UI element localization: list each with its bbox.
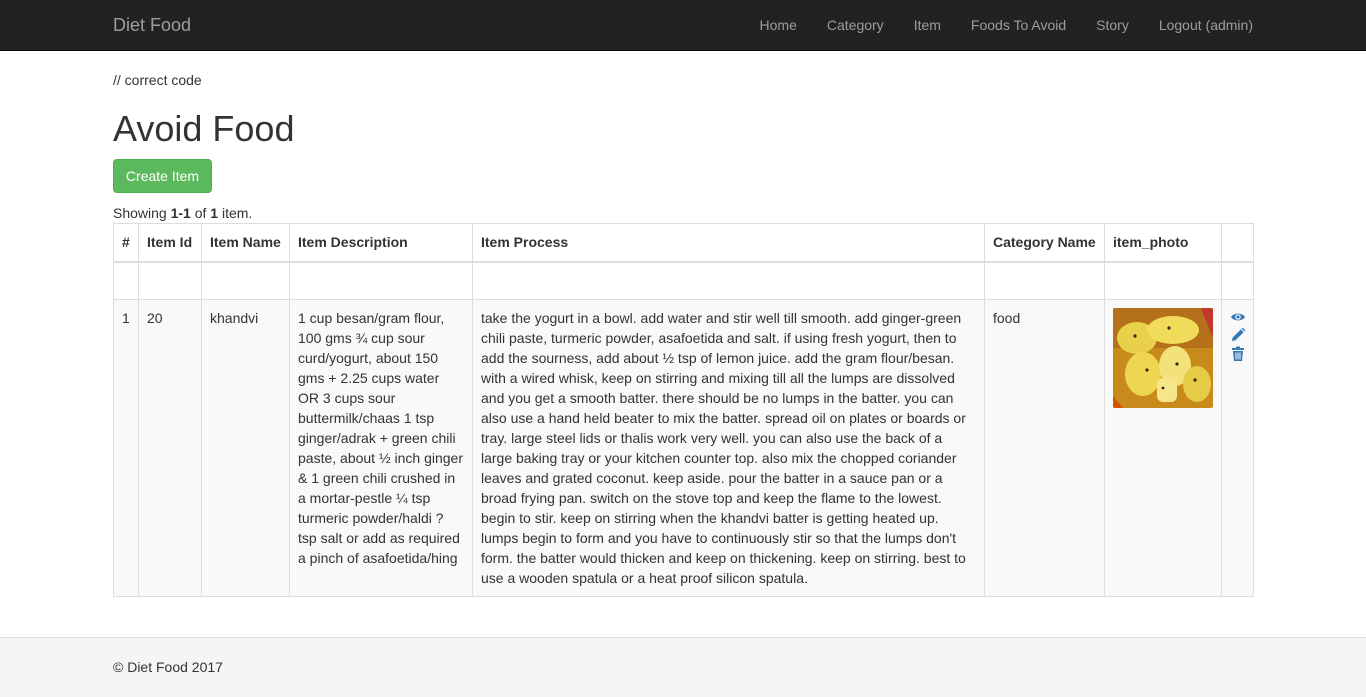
row-actions	[1230, 308, 1246, 362]
filter-cell[interactable]	[289, 261, 473, 300]
filter-cell[interactable]	[984, 261, 1105, 300]
trash-icon[interactable]	[1230, 346, 1246, 362]
nav-menu: Home Category Item Foods To Avoid Story …	[760, 0, 1253, 50]
nav-story[interactable]: Story	[1096, 15, 1129, 35]
cell-item-name: khandvi	[201, 299, 290, 597]
nav-category[interactable]: Category	[827, 15, 884, 35]
code-note: // correct code	[113, 72, 202, 88]
nav-item[interactable]: Item	[914, 15, 941, 35]
footer-copyright: © Diet Food 2017	[113, 659, 223, 675]
header-index: #	[113, 223, 139, 263]
table-row: 1 20 khandvi 1 cup besan/gram flour, 100…	[113, 299, 1254, 597]
header-item-description[interactable]: Item Description	[289, 223, 473, 263]
avoid-food-table: # Item Id Item Name Item Description Ite…	[113, 223, 1254, 597]
cell-item-process: take the yogurt in a bowl. add water and…	[472, 299, 985, 597]
khandvi-photo	[1113, 308, 1213, 408]
cell-index: 1	[113, 299, 139, 597]
header-category-name[interactable]: Category Name	[984, 223, 1105, 263]
cell-item-id: 20	[138, 299, 202, 597]
header-item-process[interactable]: Item Process	[472, 223, 985, 263]
nav-home[interactable]: Home	[760, 15, 797, 35]
eye-icon[interactable]	[1230, 310, 1246, 324]
summary-range: 1-1	[170, 205, 191, 221]
cell-category-name: food	[984, 299, 1105, 597]
filter-cell[interactable]	[472, 261, 985, 300]
header-item-id[interactable]: Item Id	[138, 223, 202, 263]
cell-actions	[1221, 299, 1254, 597]
filter-cell	[1104, 261, 1222, 300]
header-actions	[1221, 223, 1254, 263]
filter-cell	[1221, 261, 1254, 300]
page-title: Avoid Food	[113, 108, 295, 149]
brand-link[interactable]: Diet Food	[113, 15, 191, 35]
header-item-photo: item_photo	[1104, 223, 1222, 263]
create-item-button[interactable]: Create Item	[113, 159, 212, 193]
top-navbar: Diet Food Home Category Item Foods To Av…	[0, 0, 1366, 51]
cell-item-photo	[1104, 299, 1222, 597]
nav-logout[interactable]: Logout (admin)	[1159, 15, 1253, 35]
table-header-row: # Item Id Item Name Item Description Ite…	[113, 223, 1254, 263]
filter-cell[interactable]	[201, 261, 290, 300]
grid-summary: Showing 1-1 of 1 item.	[113, 205, 252, 221]
filter-cell	[113, 261, 139, 300]
summary-suffix: item.	[218, 205, 253, 221]
nav-foods-to-avoid[interactable]: Foods To Avoid	[971, 15, 1066, 35]
header-item-name[interactable]: Item Name	[201, 223, 290, 263]
cell-item-description: 1 cup besan/gram flour, 100 gms ¾ cup so…	[289, 299, 473, 597]
pencil-icon[interactable]	[1230, 327, 1246, 343]
filter-cell[interactable]	[138, 261, 202, 300]
filter-row	[113, 261, 1254, 300]
summary-total: 1	[210, 205, 219, 221]
summary-of: of	[190, 205, 211, 221]
summary-prefix: Showing	[113, 205, 171, 221]
page-footer: © Diet Food 2017	[0, 637, 1366, 697]
